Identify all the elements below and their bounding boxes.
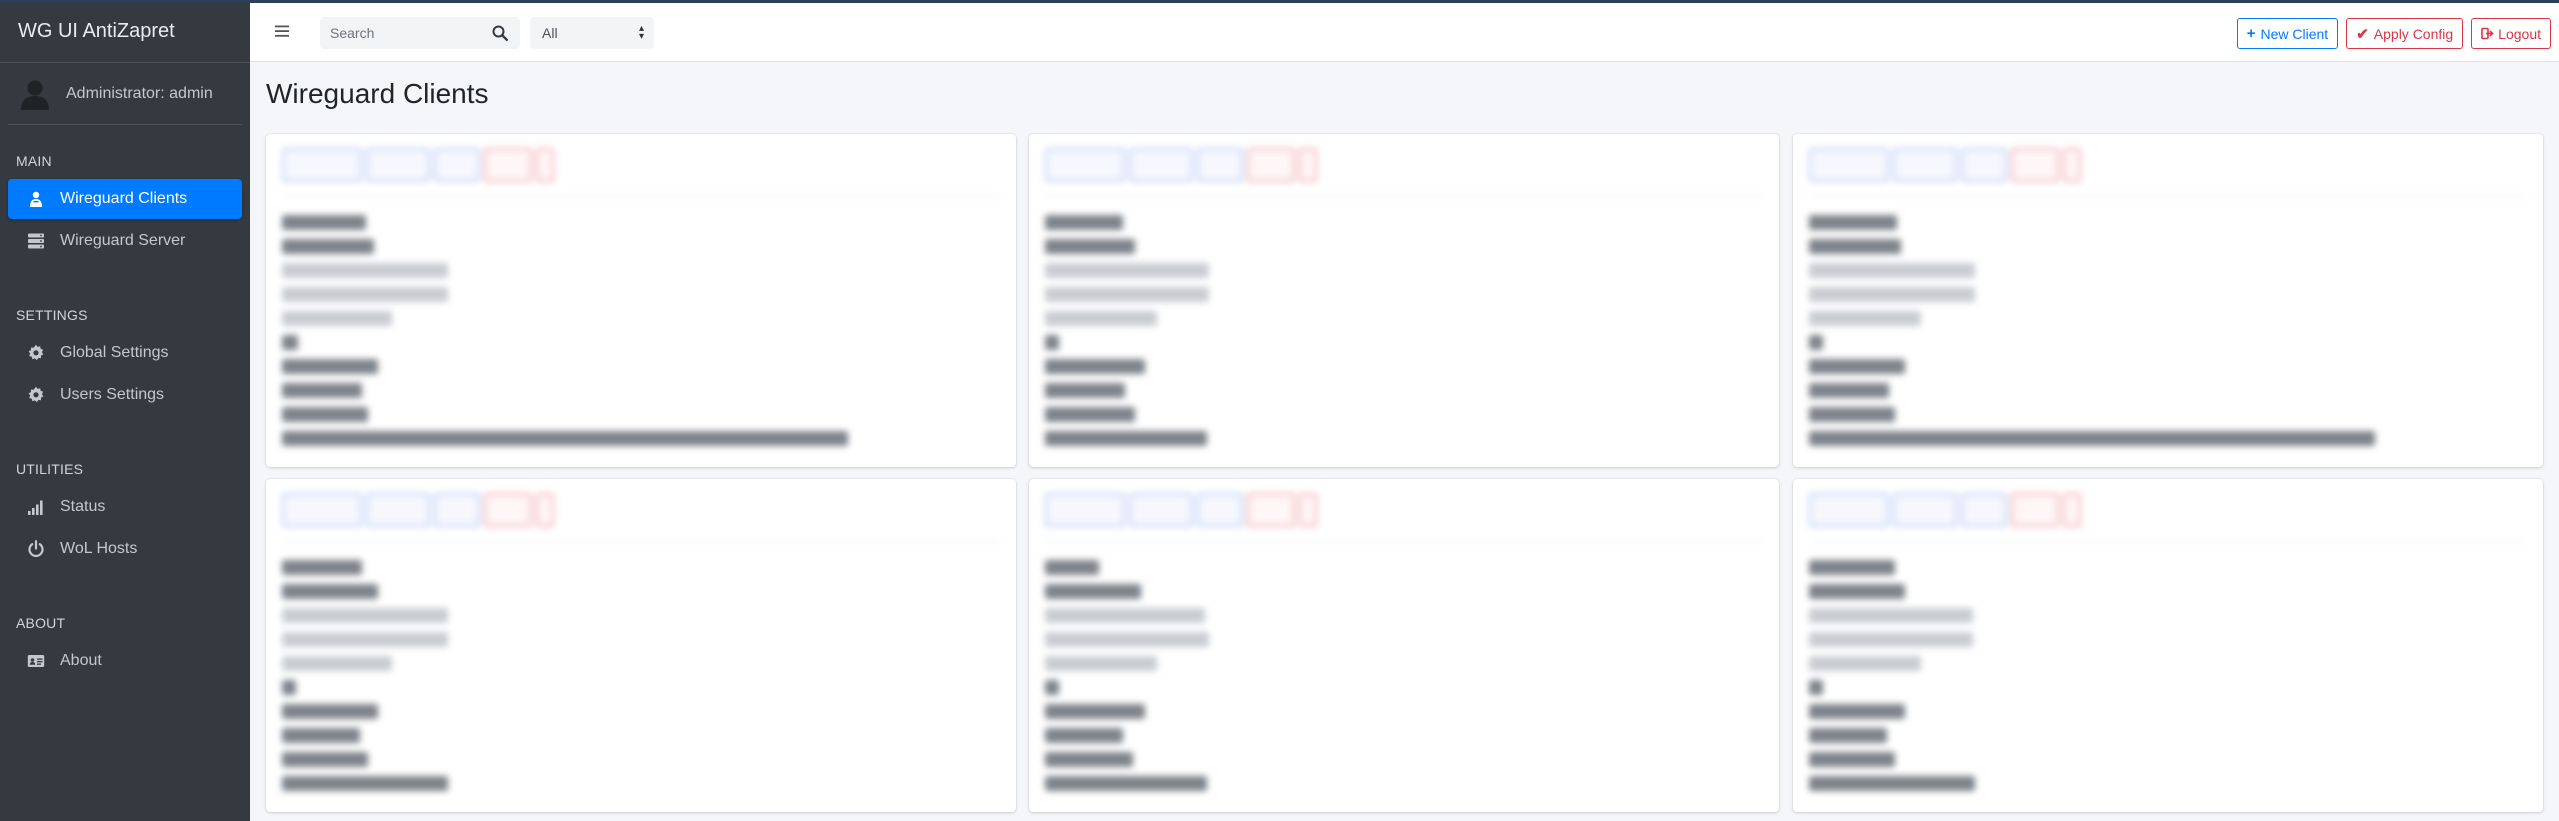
sign-out-icon — [2481, 27, 2494, 40]
card-action-button[interactable] — [1129, 148, 1193, 182]
gear-icon — [26, 385, 46, 405]
sidebar-item-wireguard-clients[interactable]: Wireguard Clients — [8, 179, 242, 219]
card-action-button[interactable] — [1893, 148, 1957, 182]
client-card — [1793, 479, 2543, 812]
signal-icon — [26, 497, 46, 517]
card-dropdown-button[interactable] — [536, 493, 554, 527]
sidebar-item-wol-hosts[interactable]: WoL Hosts — [8, 529, 242, 569]
sidebar-item-label: WoL Hosts — [60, 540, 138, 557]
card-delete-button[interactable] — [1247, 148, 1295, 182]
card-divider — [1809, 541, 2527, 542]
user-avatar-icon — [21, 80, 49, 110]
gear-icon — [26, 343, 46, 363]
card-divider — [1045, 196, 1763, 197]
nav-header-utilities: UTILITIES — [16, 461, 84, 477]
card-dropdown-button[interactable] — [1299, 148, 1317, 182]
sidebar-item-label: Wireguard Server — [60, 232, 186, 249]
nav-header-main: MAIN — [16, 153, 52, 169]
search-button[interactable] — [485, 17, 515, 49]
sidebar-item-status[interactable]: Status — [8, 487, 242, 527]
client-card — [1793, 134, 2543, 467]
select-caret-icon: ▴ ▾ — [638, 23, 644, 42]
sidebar-item-label: Status — [60, 498, 106, 515]
client-card — [266, 479, 1016, 812]
sidebar-item-label: Global Settings — [60, 344, 169, 361]
sidebar: WG UI AntiZapret Administrator: admin MA… — [0, 0, 250, 821]
check-icon: ✔ — [2356, 25, 2369, 43]
card-delete-button[interactable] — [2011, 148, 2059, 182]
client-card — [1029, 479, 1779, 812]
client-card — [1029, 134, 1779, 467]
client-details-redacted — [282, 560, 1000, 791]
card-divider — [282, 541, 1000, 542]
card-delete-button[interactable] — [2011, 493, 2059, 527]
sidebar-item-about[interactable]: About — [8, 641, 242, 681]
card-action-button[interactable] — [1809, 493, 1889, 527]
card-dropdown-button[interactable] — [2063, 493, 2081, 527]
brand-title[interactable]: WG UI AntiZapret — [0, 0, 250, 63]
card-delete-button[interactable] — [484, 493, 532, 527]
server-icon — [26, 231, 46, 251]
nav-header-settings: SETTINGS — [16, 307, 88, 323]
card-action-button[interactable] — [1197, 148, 1243, 182]
users-icon — [26, 189, 46, 209]
power-icon — [26, 539, 46, 559]
sidebar-item-users-settings[interactable]: Users Settings — [8, 375, 242, 415]
card-action-button[interactable] — [1961, 493, 2007, 527]
sidebar-item-label: About — [60, 652, 102, 669]
card-action-button[interactable] — [1045, 493, 1125, 527]
id-card-icon — [26, 651, 46, 671]
apply-config-button[interactable]: ✔ Apply Config — [2346, 18, 2464, 49]
card-action-button[interactable] — [366, 493, 430, 527]
search-box — [320, 17, 520, 49]
logout-label: Logout — [2498, 25, 2541, 42]
client-card — [266, 134, 1016, 467]
card-action-button[interactable] — [366, 148, 430, 182]
hamburger-menu-icon[interactable] — [272, 21, 292, 41]
card-action-button[interactable] — [1129, 493, 1193, 527]
card-action-button[interactable] — [1197, 493, 1243, 527]
logout-button[interactable]: Logout — [2471, 18, 2551, 49]
user-name: Administrator: admin — [66, 84, 213, 102]
card-action-button[interactable] — [434, 148, 480, 182]
card-divider — [1809, 196, 2527, 197]
search-input[interactable] — [320, 25, 485, 41]
card-dropdown-button[interactable] — [1299, 493, 1317, 527]
filter-selected-value: All — [542, 25, 558, 41]
new-client-button[interactable]: + New Client — [2236, 18, 2339, 49]
client-details-redacted — [282, 215, 1000, 446]
card-divider — [282, 196, 1000, 197]
card-delete-button[interactable] — [484, 148, 532, 182]
card-dropdown-button[interactable] — [536, 148, 554, 182]
card-action-button[interactable] — [282, 148, 362, 182]
client-details-redacted — [1809, 560, 2527, 791]
sidebar-item-label: Users Settings — [60, 386, 165, 403]
sidebar-item-label: Wireguard Clients — [60, 190, 188, 207]
top-navbar: All ▴▾ + New Client ✔ Apply Config Logou… — [250, 3, 2559, 62]
card-divider — [1045, 541, 1763, 542]
card-action-button[interactable] — [1961, 148, 2007, 182]
client-details-redacted — [1045, 215, 1763, 446]
new-client-label: New Client — [2260, 25, 2329, 42]
search-icon — [492, 25, 508, 41]
card-dropdown-button[interactable] — [2063, 148, 2081, 182]
card-action-button[interactable] — [1893, 493, 1957, 527]
card-action-button[interactable] — [282, 493, 362, 527]
card-action-button[interactable] — [1045, 148, 1125, 182]
navbar-actions: + New Client ✔ Apply Config Logout — [2236, 18, 2551, 49]
nav-header-about: ABOUT — [16, 615, 66, 631]
page-title: Wireguard Clients — [266, 78, 489, 109]
card-delete-button[interactable] — [1247, 493, 1295, 527]
sidebar-item-wireguard-server[interactable]: Wireguard Server — [8, 221, 242, 261]
status-filter-select[interactable]: All ▴ ▾ — [530, 17, 654, 49]
sidebar-item-global-settings[interactable]: Global Settings — [8, 333, 242, 373]
card-action-button[interactable] — [1809, 148, 1889, 182]
client-details-redacted — [1809, 215, 2527, 446]
plus-icon: + — [2246, 25, 2256, 42]
user-panel: Administrator: admin — [8, 63, 242, 125]
card-action-button[interactable] — [434, 493, 480, 527]
client-details-redacted — [1045, 560, 1763, 791]
apply-config-label: Apply Config — [2373, 25, 2454, 42]
top-accent-line — [0, 0, 2559, 3]
